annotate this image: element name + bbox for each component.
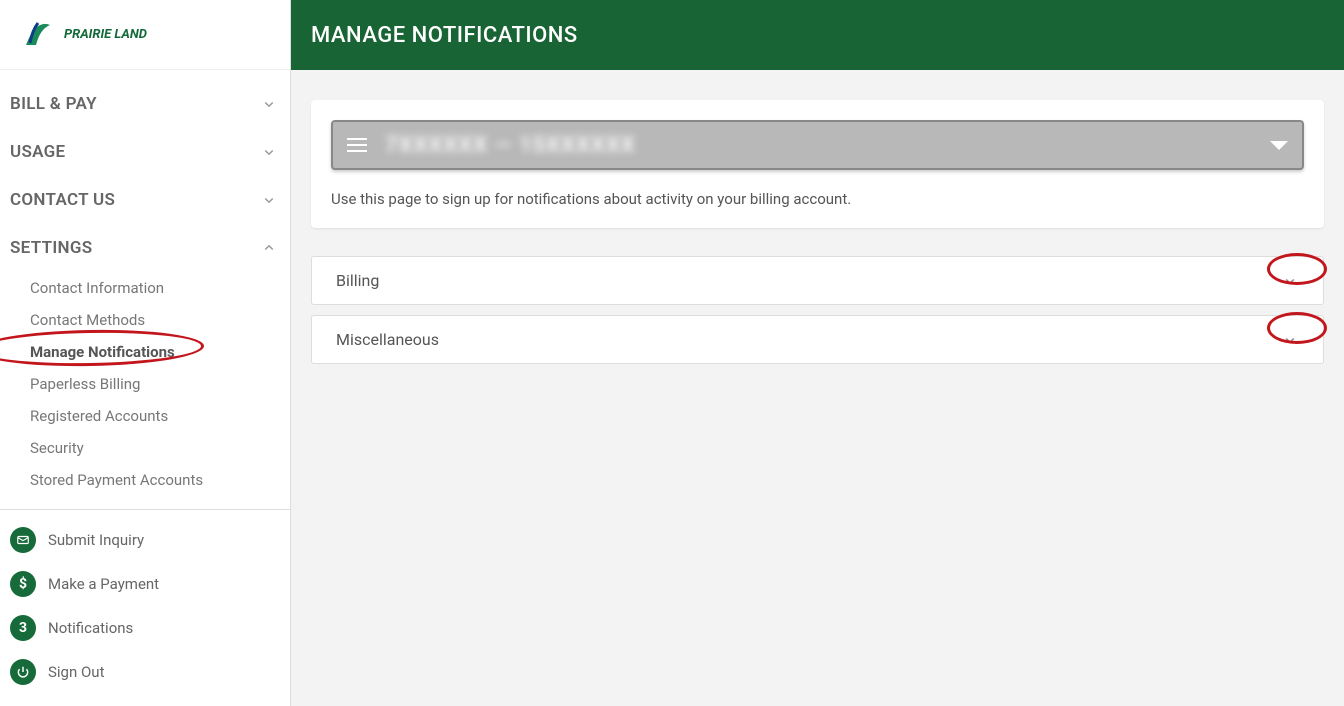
notifications-button[interactable]: 3 Notifications <box>10 606 280 650</box>
notification-count-badge: 3 <box>10 615 36 641</box>
nav-group-bill-pay[interactable]: BILL & PAY <box>0 80 290 128</box>
nav-group-contact-us[interactable]: CONTACT US <box>0 176 290 224</box>
page-header: MANAGE NOTIFICATIONS <box>291 0 1344 70</box>
accordion-label: Billing <box>336 271 379 290</box>
accordion-miscellaneous[interactable]: Miscellaneous <box>311 315 1324 364</box>
chevron-down-icon <box>260 95 278 113</box>
sidebar-item-contact-methods[interactable]: Contact Methods <box>0 304 290 336</box>
action-label: Submit Inquiry <box>48 531 144 549</box>
chevron-down-icon <box>1281 331 1299 349</box>
nav-label: SETTINGS <box>10 238 92 258</box>
dropdown-caret-icon <box>1270 141 1288 150</box>
sidebar: PRAIRIE LAND BILL & PAY USAGE CONTACT US… <box>0 0 291 706</box>
action-label: Make a Payment <box>48 575 159 593</box>
nav-section: BILL & PAY USAGE CONTACT US SETTINGS Con… <box>0 70 290 510</box>
chevron-up-icon <box>260 239 278 257</box>
submit-inquiry-button[interactable]: Submit Inquiry <box>10 518 280 562</box>
logo-area: PRAIRIE LAND <box>0 0 290 70</box>
chevron-down-icon <box>1281 272 1299 290</box>
nav-label: USAGE <box>10 142 65 162</box>
sign-out-button[interactable]: Sign Out <box>10 650 280 694</box>
chevron-down-icon <box>260 191 278 209</box>
nav-group-settings[interactable]: SETTINGS <box>0 224 290 272</box>
content: 7XXXXXX — 15XXXXXX Use this page to sign… <box>291 70 1344 394</box>
action-label: Notifications <box>48 619 133 637</box>
make-payment-button[interactable]: $ Make a Payment <box>10 562 280 606</box>
nav-group-usage[interactable]: USAGE <box>0 128 290 176</box>
settings-subitems: Contact Information Contact Methods Mana… <box>0 272 290 502</box>
account-card: 7XXXXXX — 15XXXXXX Use this page to sign… <box>311 100 1324 228</box>
bottom-actions: Submit Inquiry $ Make a Payment 3 Notifi… <box>0 510 290 706</box>
power-icon <box>10 659 36 685</box>
sidebar-item-stored-payment-accounts[interactable]: Stored Payment Accounts <box>0 464 290 496</box>
sidebar-item-manage-notifications[interactable]: Manage Notifications <box>0 336 290 368</box>
accordion-billing[interactable]: Billing <box>311 256 1324 305</box>
sidebar-item-security[interactable]: Security <box>0 432 290 464</box>
dollar-icon: $ <box>10 571 36 597</box>
chevron-down-icon <box>260 143 278 161</box>
envelope-icon <box>10 527 36 553</box>
logo-icon <box>18 17 60 53</box>
page-title: MANAGE NOTIFICATIONS <box>311 23 578 48</box>
action-label: Sign Out <box>48 663 104 681</box>
sidebar-item-registered-accounts[interactable]: Registered Accounts <box>0 400 290 432</box>
sidebar-item-paperless-billing[interactable]: Paperless Billing <box>0 368 290 400</box>
account-selector[interactable]: 7XXXXXX — 15XXXXXX <box>331 120 1304 170</box>
nav-label: BILL & PAY <box>10 94 97 114</box>
hamburger-icon <box>347 138 367 152</box>
helper-text: Use this page to sign up for notificatio… <box>331 190 1304 208</box>
main-area: MANAGE NOTIFICATIONS 7XXXXXX — 15XXXXXX … <box>291 0 1344 706</box>
nav-label: CONTACT US <box>10 190 115 210</box>
accordion-label: Miscellaneous <box>336 330 439 349</box>
sidebar-item-contact-information[interactable]: Contact Information <box>0 272 290 304</box>
brand-name: PRAIRIE LAND <box>64 27 147 42</box>
account-value: 7XXXXXX — 15XXXXXX <box>385 133 636 158</box>
brand-logo[interactable]: PRAIRIE LAND <box>18 17 147 53</box>
